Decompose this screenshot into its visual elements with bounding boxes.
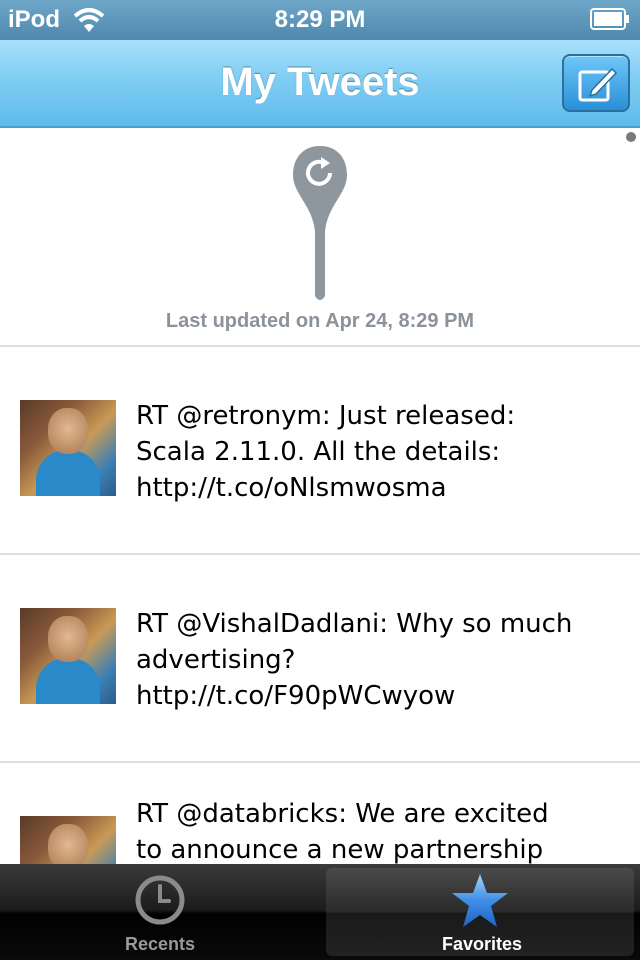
- tweet-row[interactable]: RT @retronym: Just released: Scala 2.11.…: [0, 347, 640, 553]
- tab-bar: Recents Favorites: [0, 864, 640, 960]
- tweet-text: RT @VishalDadlani: Why so much advertisi…: [136, 609, 573, 711]
- status-time: 8:29 PM: [274, 6, 366, 33]
- tab-label: Recents: [124, 934, 196, 954]
- nav-bar: My Tweets: [0, 40, 640, 128]
- page-title: My Tweets: [220, 60, 420, 104]
- compose-button[interactable]: [562, 54, 630, 112]
- tab-favorites[interactable]: Favorites: [322, 864, 640, 960]
- battery-icon: [590, 8, 629, 30]
- last-updated-text: Last updated on Apr 24, 8:29 PM: [165, 310, 475, 332]
- tab-recents[interactable]: Recents: [0, 864, 320, 960]
- tweet-text: RT @retronym: Just released: Scala 2.11.…: [136, 401, 516, 503]
- avatar: [20, 400, 116, 496]
- star-icon: [452, 874, 508, 927]
- status-bar: iPod 8:29 PM: [0, 0, 640, 40]
- tweet-text: RT @databricks: We are excited to announ…: [136, 799, 549, 865]
- pull-to-refresh[interactable]: Last updated on Apr 24, 8:29 PM: [0, 130, 640, 346]
- compose-icon: [578, 67, 618, 102]
- avatar: [20, 608, 116, 704]
- clock-icon: [135, 875, 185, 925]
- tab-label: Favorites: [441, 934, 523, 954]
- tweet-row[interactable]: RT @VishalDadlani: Why so much advertisi…: [0, 555, 640, 761]
- refresh-icon: [293, 146, 347, 300]
